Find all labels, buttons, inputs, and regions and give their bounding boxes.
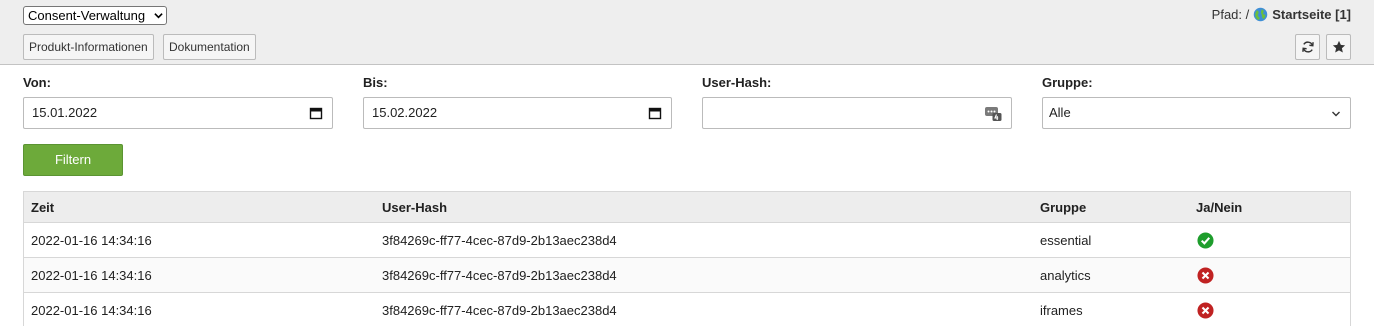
x-circle-icon xyxy=(1197,267,1214,284)
product-information-button[interactable]: Produkt-Informationen xyxy=(23,34,154,60)
cell-user-hash: 3f84269c-ff77-4cec-87d9-2b13aec238d4 xyxy=(382,233,617,248)
user-hash-label: User-Hash: xyxy=(702,75,772,90)
cell-user-hash: 3f84269c-ff77-4cec-87d9-2b13aec238d4 xyxy=(382,303,617,318)
von-date-input[interactable]: 15.01.2022 xyxy=(23,97,333,129)
calendar-icon[interactable] xyxy=(648,106,662,120)
bis-date-value: 15.02.2022 xyxy=(372,105,438,120)
breadcrumb: Pfad: / Startseite [1] xyxy=(1212,7,1351,22)
docheader: Consent-Verwaltung Produkt-Informationen… xyxy=(0,0,1374,65)
table-row: 2022-01-16 14:34:16 3f84269c-ff77-4cec-8… xyxy=(24,258,1350,293)
check-circle-icon xyxy=(1197,232,1214,249)
bis-date-input[interactable]: 15.02.2022 xyxy=(363,97,672,129)
cell-zeit: 2022-01-16 14:34:16 xyxy=(31,268,152,283)
star-icon xyxy=(1332,40,1345,53)
calendar-icon[interactable] xyxy=(309,106,323,120)
cell-gruppe: essential xyxy=(1040,233,1092,248)
filter-button[interactable]: Filtern xyxy=(23,144,123,176)
cell-gruppe: iframes xyxy=(1040,303,1083,318)
table-header-row: Zeit User-Hash Gruppe Ja/Nein xyxy=(24,192,1350,223)
chevron-down-icon xyxy=(154,13,163,19)
consent-table: Zeit User-Hash Gruppe Ja/Nein 2022-01-16… xyxy=(23,191,1351,326)
path-label: Pfad: / xyxy=(1211,7,1250,22)
von-date-value: 15.01.2022 xyxy=(32,105,98,120)
table-row: 2022-01-16 14:34:16 3f84269c-ff77-4cec-8… xyxy=(24,223,1350,258)
module-function-select-value: Consent-Verwaltung xyxy=(28,8,146,23)
cell-zeit: 2022-01-16 14:34:16 xyxy=(31,233,152,248)
cell-user-hash: 3f84269c-ff77-4cec-87d9-2b13aec238d4 xyxy=(382,268,617,283)
reload-icon xyxy=(1301,41,1314,53)
module-function-select[interactable]: Consent-Verwaltung xyxy=(23,6,167,25)
path-page-link[interactable]: Startseite [1] xyxy=(1272,7,1351,22)
globe-icon xyxy=(1254,7,1268,22)
chevron-down-icon xyxy=(1332,111,1340,117)
gruppe-select-value: Alle xyxy=(1049,105,1071,120)
column-header-ja-nein: Ja/Nein xyxy=(1196,200,1243,215)
bookmark-button[interactable] xyxy=(1326,34,1351,60)
reload-button[interactable] xyxy=(1295,34,1320,60)
gruppe-label: Gruppe: xyxy=(1042,75,1093,90)
cell-gruppe: analytics xyxy=(1040,268,1091,283)
column-header-user-hash: User-Hash xyxy=(382,200,448,215)
bis-label: Bis: xyxy=(363,75,388,90)
von-label: Von: xyxy=(23,75,51,90)
documentation-button[interactable]: Dokumentation xyxy=(163,34,256,60)
user-hash-input[interactable] xyxy=(702,97,1012,129)
x-circle-icon xyxy=(1197,302,1214,319)
table-row: 2022-01-16 14:34:16 3f84269c-ff77-4cec-8… xyxy=(24,293,1350,326)
gruppe-select[interactable]: Alle xyxy=(1042,97,1351,129)
column-header-gruppe: Gruppe xyxy=(1040,200,1087,215)
column-header-zeit: Zeit xyxy=(31,200,55,215)
password-manager-icon[interactable] xyxy=(984,104,1002,122)
cell-zeit: 2022-01-16 14:34:16 xyxy=(31,303,152,318)
